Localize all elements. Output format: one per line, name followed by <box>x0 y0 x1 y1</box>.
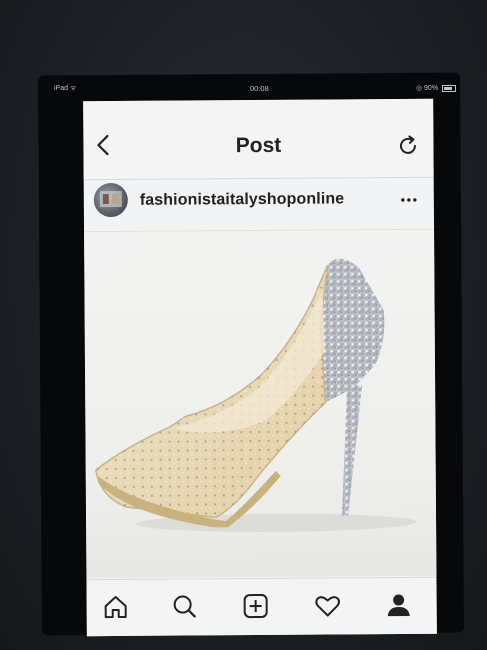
avatar[interactable] <box>93 182 128 218</box>
status-battery: ◎ 90% <box>416 84 456 92</box>
username-link[interactable]: fashionistaitalyshoponline <box>140 190 345 209</box>
home-icon[interactable] <box>101 592 131 622</box>
add-post-icon[interactable] <box>241 591 271 621</box>
page-title: Post <box>235 133 282 158</box>
device-name: iPad <box>54 85 69 92</box>
nav-header: Post <box>83 98 434 181</box>
refresh-icon[interactable] <box>397 135 419 157</box>
app-screen: Post fashionistaitalyshoponline <box>83 98 437 637</box>
battery-percent: 90% <box>424 85 439 92</box>
profile-icon[interactable] <box>384 590 414 620</box>
search-icon[interactable] <box>170 591 200 621</box>
heart-icon[interactable] <box>313 590 343 620</box>
status-device: iPad ᯤ <box>54 84 76 93</box>
post-header: fashionistaitalyshoponline <box>83 176 435 233</box>
wifi-icon: ᯤ <box>69 85 77 92</box>
shoe-heel-counter <box>320 258 385 403</box>
status-time: 00:08 <box>250 84 269 93</box>
battery-icon <box>442 84 456 92</box>
shoe-heel <box>342 385 363 516</box>
tab-bar <box>86 576 437 637</box>
post-image[interactable] <box>84 229 437 579</box>
location-icon: ◎ <box>415 85 425 92</box>
status-bar: iPad ᯤ 00:08 ◎ 90% <box>52 82 462 96</box>
ellipsis-icon[interactable] <box>400 191 418 209</box>
